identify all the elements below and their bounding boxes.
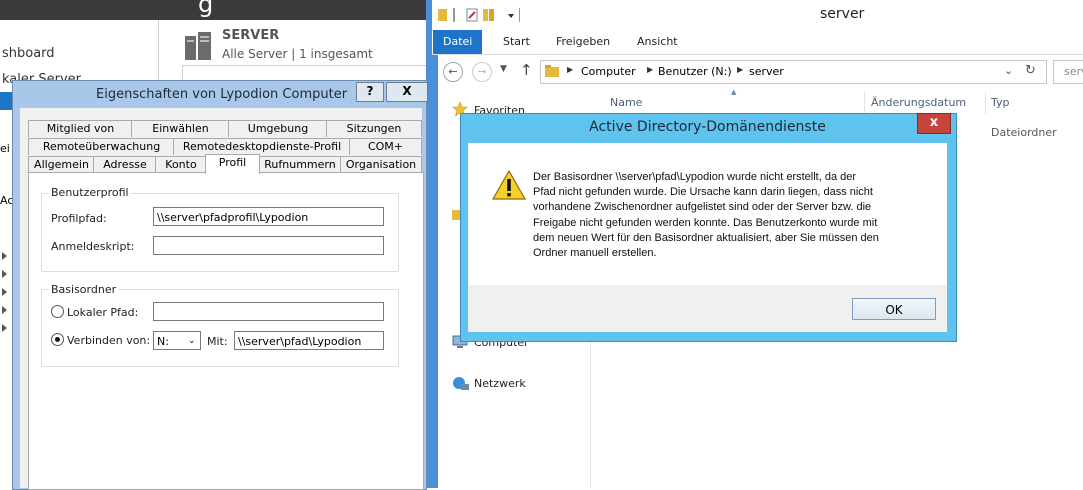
breadcrumb-separator: ▶ xyxy=(737,65,744,74)
local-path-label: Lokaler Pfad: xyxy=(67,306,139,319)
tab-ansicht[interactable]: Ansicht xyxy=(627,30,688,54)
column-separator[interactable] xyxy=(985,92,986,114)
refresh-icon[interactable]: ↻ xyxy=(1025,63,1036,78)
message-text: Der Basisordner \\server\pfad\Lypodion w… xyxy=(533,170,913,261)
tab-einwaehlen[interactable]: Einwählen xyxy=(131,120,230,137)
search-placeholder: serv xyxy=(1064,65,1083,78)
breadcrumb-separator: ▶ xyxy=(647,65,654,74)
local-path-radio[interactable] xyxy=(51,305,64,318)
network-icon xyxy=(453,377,469,390)
server-manager-title: g xyxy=(198,0,214,18)
warning-icon xyxy=(492,170,526,200)
message-line: Der Basisordner \\server\pfad\Lypodion w… xyxy=(533,171,857,183)
tab-com-plus[interactable]: COM+ xyxy=(349,138,422,155)
group-basisordner xyxy=(41,289,399,367)
close-button[interactable]: X xyxy=(386,82,428,102)
expand-icon[interactable] xyxy=(2,288,7,296)
tab-konto[interactable]: Konto xyxy=(155,156,207,173)
explorer-titlebar xyxy=(432,0,1083,30)
tab-remoteueberwachung[interactable]: Remoteüberwachung xyxy=(28,138,175,155)
tree-fragment: ei xyxy=(0,142,10,155)
expand-icon[interactable] xyxy=(2,306,7,314)
column-separator[interactable] xyxy=(864,92,865,114)
server-icon xyxy=(185,32,211,60)
connect-path-field[interactable]: \\server\pfad\Lypodion xyxy=(234,331,384,350)
tab-mitglied-von[interactable]: Mitglied von xyxy=(28,120,133,137)
server-manager-titlebar xyxy=(0,0,432,20)
file-type-cell: Dateiordner xyxy=(991,126,1057,139)
profile-path-label: Profilpfad: xyxy=(51,212,107,225)
drive-letter-value: N: xyxy=(157,335,169,348)
message-line: Pfad nicht gefunden wurde. Die Ursache k… xyxy=(533,186,873,199)
tab-remotedesktopdienste-profil[interactable]: Remotedesktopdienste-Profil xyxy=(173,138,351,155)
nav-item-netzwerk[interactable]: Netzwerk xyxy=(474,377,526,390)
group-benutzerprofil xyxy=(41,193,399,272)
message-box-title: Active Directory-Domänendienste xyxy=(589,119,826,135)
message-line: Ordner manuell erstellen. xyxy=(533,247,657,260)
server-group-title: SERVER xyxy=(222,28,280,43)
forward-arrow-icon[interactable]: → xyxy=(472,62,492,82)
column-header-date[interactable]: Änderungsdatum xyxy=(871,96,966,109)
up-arrow-icon[interactable]: ↑ xyxy=(520,61,533,79)
tab-allgemein[interactable]: Allgemein xyxy=(28,156,95,173)
tab-organisation[interactable]: Organisation xyxy=(340,156,422,173)
ok-button[interactable]: OK xyxy=(852,298,936,320)
group-label-basisordner: Basisordner xyxy=(49,283,119,296)
expand-icon[interactable] xyxy=(2,252,7,260)
column-header-type[interactable]: Typ xyxy=(991,96,1010,109)
with-label: Mit: xyxy=(207,335,228,348)
explorer-frame xyxy=(426,0,438,488)
connect-label: Verbinden von: xyxy=(67,334,151,347)
expand-icon[interactable] xyxy=(2,270,7,278)
close-icon[interactable]: x xyxy=(917,113,951,134)
search-input[interactable]: serv xyxy=(1053,60,1083,84)
folder-icon xyxy=(545,65,559,77)
logon-script-label: Anmeldeskript: xyxy=(51,240,135,253)
breadcrumb-server[interactable]: server xyxy=(749,65,784,78)
message-line: dem neuen Wert für den Basisordner aktua… xyxy=(533,231,879,244)
sidebar-selection-indicator xyxy=(0,92,12,110)
tab-rufnummern[interactable]: Rufnummern xyxy=(258,156,342,173)
tab-sitzungen[interactable]: Sitzungen xyxy=(326,120,422,137)
sidebar-item-dashboard[interactable]: shboard xyxy=(2,46,55,61)
tree-strip: ei Ac xyxy=(0,110,13,488)
tab-umgebung[interactable]: Umgebung xyxy=(228,120,328,137)
column-header-name[interactable]: Name xyxy=(610,96,642,109)
help-button[interactable]: ? xyxy=(356,82,384,102)
expand-icon[interactable] xyxy=(2,324,7,332)
recent-dropdown-icon[interactable]: ▼ xyxy=(500,64,507,74)
logon-script-field[interactable] xyxy=(153,236,384,255)
group-label-benutzerprofil: Benutzerprofil xyxy=(49,186,131,199)
tab-freigeben[interactable]: Freigeben xyxy=(546,30,620,54)
dialog-title: Eigenschaften von Lypodion Computer xyxy=(96,87,348,102)
breadcrumb-computer[interactable]: Computer xyxy=(581,65,636,78)
breadcrumb-benutzer[interactable]: Benutzer (N:) xyxy=(658,65,732,78)
tab-datei[interactable]: Datei xyxy=(433,30,483,54)
local-path-field[interactable] xyxy=(153,302,384,321)
explorer-title: server xyxy=(820,6,865,22)
chevron-down-icon[interactable]: ⌄ xyxy=(1004,64,1013,77)
profile-path-field[interactable]: \\server\pfadprofil\Lypodion xyxy=(153,207,384,226)
tab-adresse[interactable]: Adresse xyxy=(93,156,157,173)
back-arrow-icon[interactable]: ← xyxy=(443,62,463,82)
message-line: vorhandene Zwischenordner aufgelistet si… xyxy=(533,201,872,214)
server-group-subtitle[interactable]: Alle Server | 1 insgesamt xyxy=(222,47,373,61)
chevron-down-icon: ⌄ xyxy=(188,336,196,346)
sort-indicator-icon: ▲ xyxy=(731,88,737,96)
message-line: Freigabe nicht gefunden werden konnte. D… xyxy=(533,216,878,229)
address-bar[interactable]: ▶ Computer ▶ Benutzer (N:) ▶ server ⌄ ↻ xyxy=(540,60,1047,84)
tab-start[interactable]: Start xyxy=(493,30,540,54)
drive-letter-select[interactable]: N: ⌄ xyxy=(153,331,201,350)
quick-access-toolbar[interactable] xyxy=(437,7,521,23)
breadcrumb-separator: ▶ xyxy=(567,65,574,74)
tab-profil[interactable]: Profil xyxy=(205,154,260,174)
connect-radio[interactable] xyxy=(51,333,64,346)
